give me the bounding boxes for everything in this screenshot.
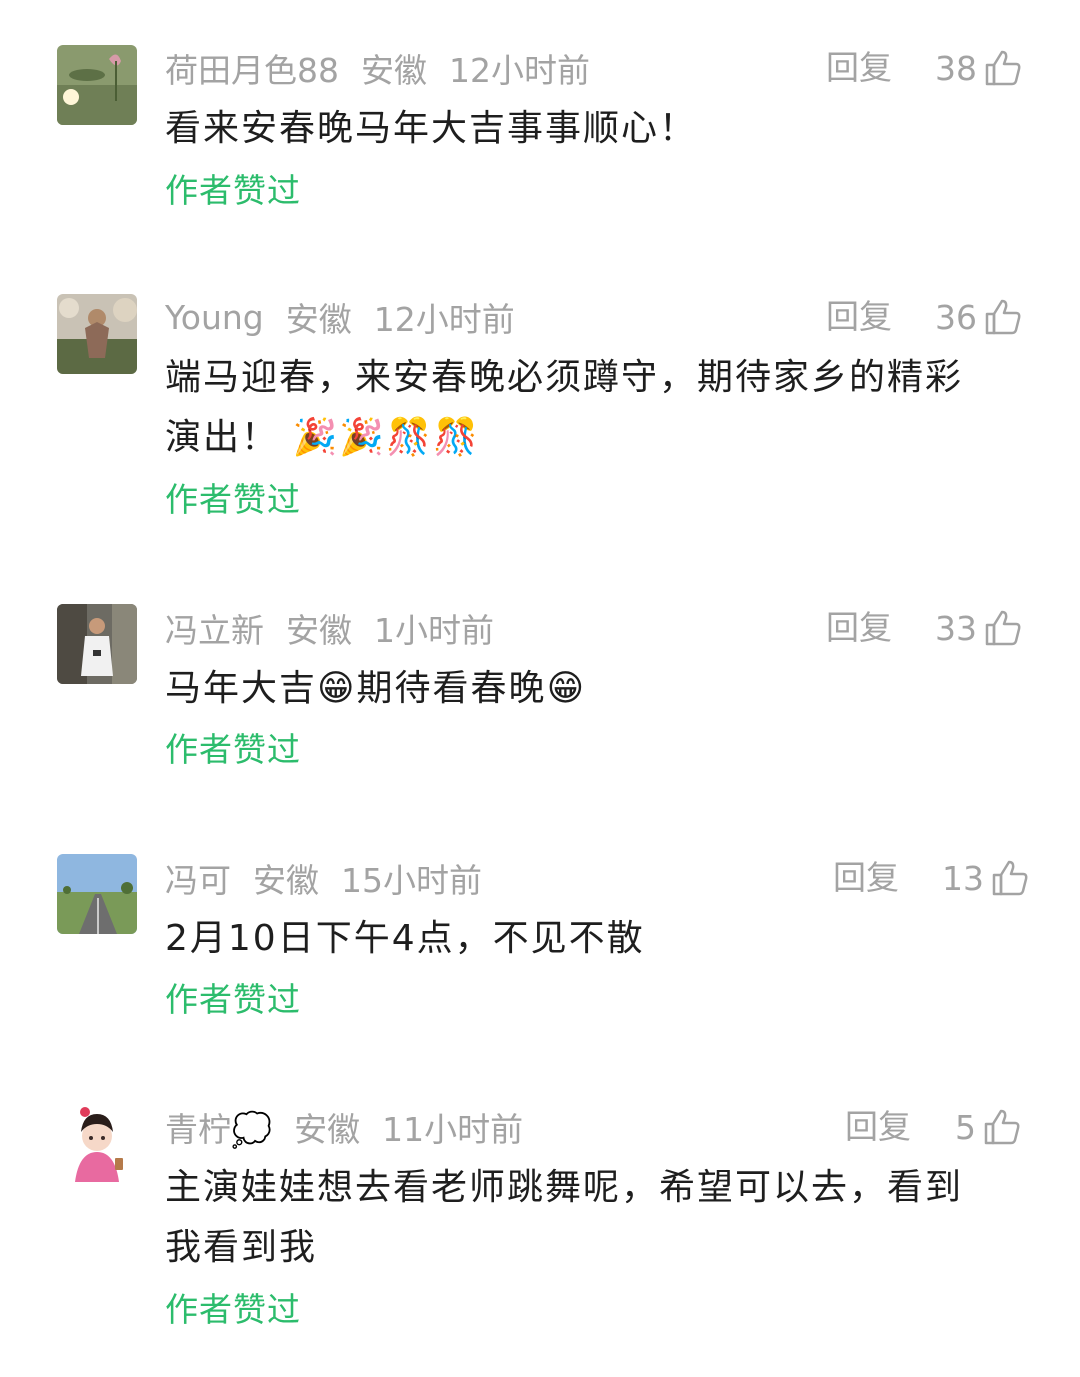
reply-button[interactable]: 回复: [826, 43, 892, 93]
comment-text-line: 端马迎春，来安春晚必须蹲守，期待家乡的精彩: [165, 357, 964, 398]
reply-button[interactable]: 回复: [826, 292, 892, 342]
like-count: 13: [942, 858, 984, 898]
like-count: 36: [935, 297, 977, 337]
username[interactable]: 冯可: [165, 854, 231, 902]
location: 安徽: [361, 51, 427, 90]
author-liked-label: 作者赞过: [165, 171, 301, 210]
timestamp: 12小时前: [449, 51, 590, 90]
avatar[interactable]: [57, 45, 137, 125]
location: 安徽: [285, 300, 352, 339]
thumbs-up-icon: [985, 50, 1021, 86]
timestamp: 12小时前: [373, 300, 515, 339]
avatar[interactable]: [57, 1102, 137, 1182]
thumbs-up-icon: [984, 1109, 1020, 1145]
comment-text-fragment: 演出！: [165, 417, 280, 458]
username[interactable]: 荷田月色88: [165, 44, 339, 92]
timestamp: 11小时前: [382, 1110, 524, 1149]
location: 安徽: [286, 611, 352, 650]
comment-text-fragment: 期待看春晚: [356, 668, 547, 709]
like-count: 38: [935, 48, 977, 88]
like-count: 5: [955, 1107, 976, 1147]
grin-emoji-icon: 😁: [546, 668, 587, 709]
like-button[interactable]: 5: [955, 1102, 1022, 1152]
like-button[interactable]: 36: [935, 292, 1023, 342]
author-liked-label: 作者赞过: [165, 730, 301, 769]
username[interactable]: Young: [165, 298, 264, 337]
comment-text-line: 主演娃娃想去看老师跳舞呢，希望可以去，看到: [165, 1167, 964, 1208]
like-button[interactable]: 33: [935, 603, 1023, 653]
reply-button[interactable]: 回复: [845, 1102, 911, 1152]
thumbs-up-icon: [985, 610, 1021, 646]
author-liked-label: 作者赞过: [165, 480, 301, 519]
timestamp: 15小时前: [341, 861, 482, 900]
comment-text: 马年大吉😁期待看春晚😁: [165, 659, 1025, 719]
avatar[interactable]: [57, 604, 137, 684]
username[interactable]: 青柠💭: [165, 1103, 272, 1151]
comment-meta: 青柠💭 安徽 11小时前: [165, 1102, 523, 1152]
comment-text-line: 演出！ 🎉🎉🎊🎊: [165, 408, 1025, 468]
comment-meta: Young 安徽 12小时前: [165, 292, 515, 342]
avatar[interactable]: [57, 854, 137, 934]
reply-button[interactable]: 回复: [826, 603, 892, 653]
author-liked-label: 作者赞过: [165, 1290, 301, 1329]
like-button[interactable]: 38: [935, 43, 1023, 93]
comment-text: 端马迎春，来安春晚必须蹲守，期待家乡的精彩 演出！ 🎉🎉🎊🎊: [165, 348, 1025, 468]
comment-text: 2月10日下午4点，不见不散: [165, 918, 645, 959]
author-liked-label: 作者赞过: [165, 980, 301, 1019]
grin-emoji-icon: 😁: [317, 668, 357, 709]
thumbs-up-icon: [985, 299, 1021, 335]
timestamp: 1小时前: [374, 611, 494, 650]
comment-text: 看来安春晚马年大吉事事顺心！: [165, 108, 698, 149]
comment-text-fragment: 马年大吉: [165, 668, 318, 709]
username[interactable]: 冯立新: [165, 604, 264, 652]
comment-meta: 荷田月色88 安徽 12小时前: [165, 43, 590, 93]
location: 安徽: [253, 861, 319, 900]
like-button[interactable]: 13: [942, 853, 1030, 903]
thumbs-up-icon: [992, 860, 1028, 896]
avatar[interactable]: [57, 294, 137, 374]
party-emoji-icon: 🎉🎉🎊🎊: [292, 417, 480, 458]
comment-meta: 冯可 安徽 15小时前: [165, 853, 482, 903]
comment-text: 主演娃娃想去看老师跳舞呢，希望可以去，看到 我看到我: [165, 1158, 1025, 1278]
comment-meta: 冯立新 安徽 1小时前: [165, 603, 494, 653]
comment-text-line: 我看到我: [165, 1227, 318, 1268]
like-count: 33: [935, 608, 977, 648]
reply-button[interactable]: 回复: [833, 853, 899, 903]
location: 安徽: [294, 1110, 361, 1149]
